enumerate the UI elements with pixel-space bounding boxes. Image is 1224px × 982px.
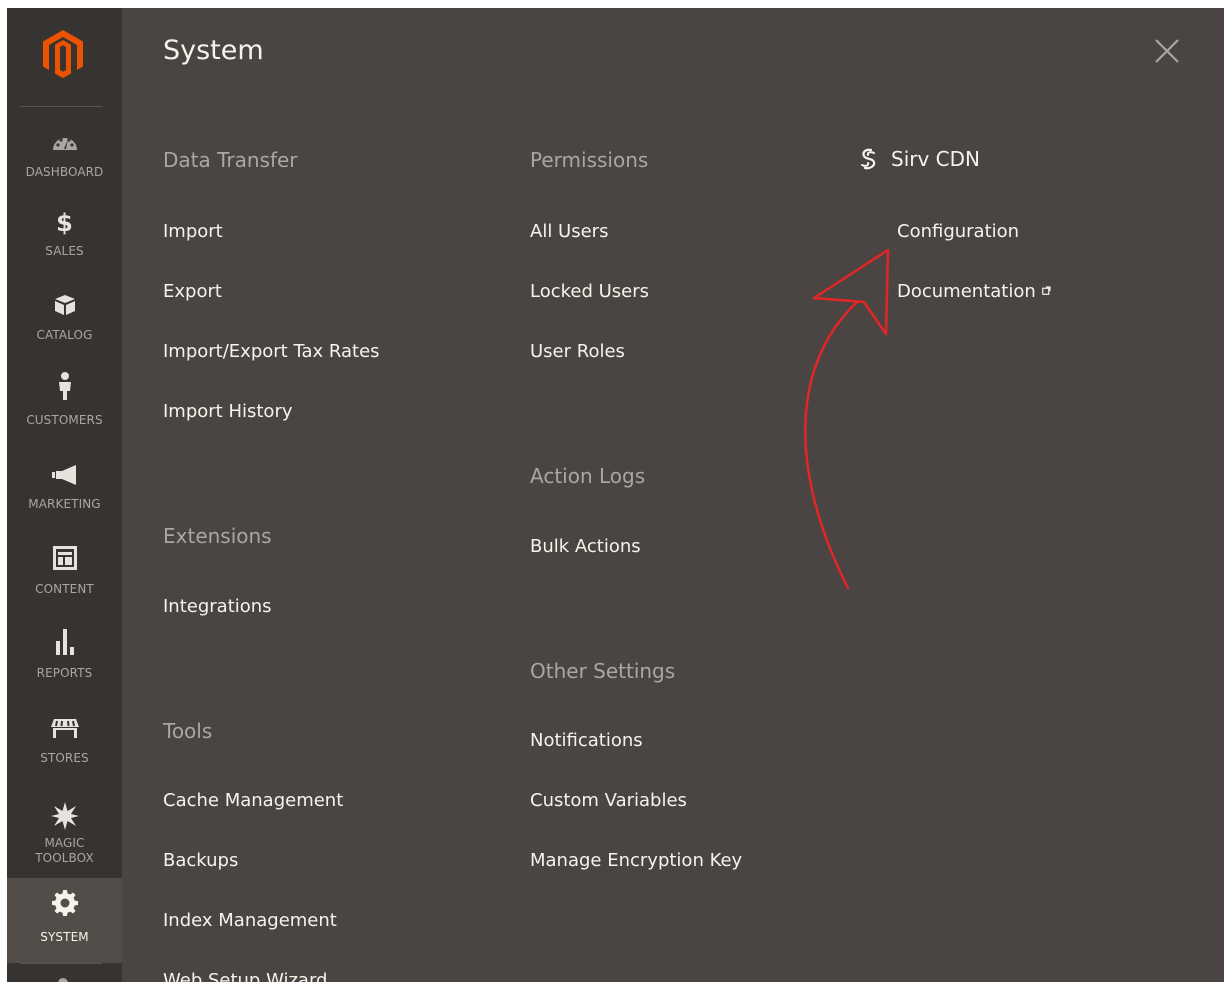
person-icon [7,372,122,400]
sidebar-item-label: SALES [45,244,84,258]
sidebar-item-magic-toolbox[interactable]: MAGIC TOOLBOX [7,788,122,878]
sidebar-item-label: CUSTOMERS [26,413,103,427]
sidebar-item-customers[interactable]: CUSTOMERS [7,366,122,450]
annotation-arrow [804,248,890,590]
sidebar-item-label: STORES [40,751,89,765]
bar-chart-icon [7,629,122,655]
gear-icon [7,890,122,916]
sidebar-divider [20,963,102,964]
sidebar-item-content[interactable]: CONTENT [7,535,122,619]
sidebar-next-item-icon[interactable] [58,978,68,982]
sidebar-item-marketing[interactable]: MARKETING [7,450,122,535]
sidebar-item-dashboard[interactable]: DASHBOARD [7,113,122,197]
admin-sidebar: DASHBOARD $ SALES CATALOG CUSTOMERS MARK… [7,8,122,982]
sidebar-item-label: TOOLBOX [35,851,94,865]
sidebar-item-label: SYSTEM [40,930,89,944]
magento-logo[interactable] [7,8,122,106]
dashboard-icon [7,133,122,151]
sidebar-divider [20,106,102,107]
star-burst-icon [7,802,122,830]
sidebar-item-label: CATALOG [36,328,93,342]
system-menu-panel: System Data Transfer Import Export Impor… [122,8,1224,982]
sidebar-item-label: REPORTS [36,666,93,680]
sidebar-item-reports[interactable]: REPORTS [7,619,122,704]
sidebar-item-label: CONTENT [35,582,94,596]
layout-icon [7,546,122,570]
sidebar-item-stores[interactable]: STORES [7,704,122,788]
megaphone-icon [7,464,122,486]
sidebar-item-label: MAGIC [44,836,85,850]
box-icon [7,294,122,316]
sidebar-item-catalog[interactable]: CATALOG [7,281,122,366]
sidebar-item-label: MARKETING [28,497,101,511]
sidebar-item-label: DASHBOARD [25,165,104,179]
sidebar-item-sales[interactable]: $ SALES [7,197,122,281]
store-icon [7,718,122,738]
dollar-icon: $ [56,209,73,237]
sidebar-item-system[interactable]: SYSTEM [7,878,122,963]
admin-frame: DASHBOARD $ SALES CATALOG CUSTOMERS MARK… [7,8,1224,982]
magento-logo-icon [43,30,83,78]
